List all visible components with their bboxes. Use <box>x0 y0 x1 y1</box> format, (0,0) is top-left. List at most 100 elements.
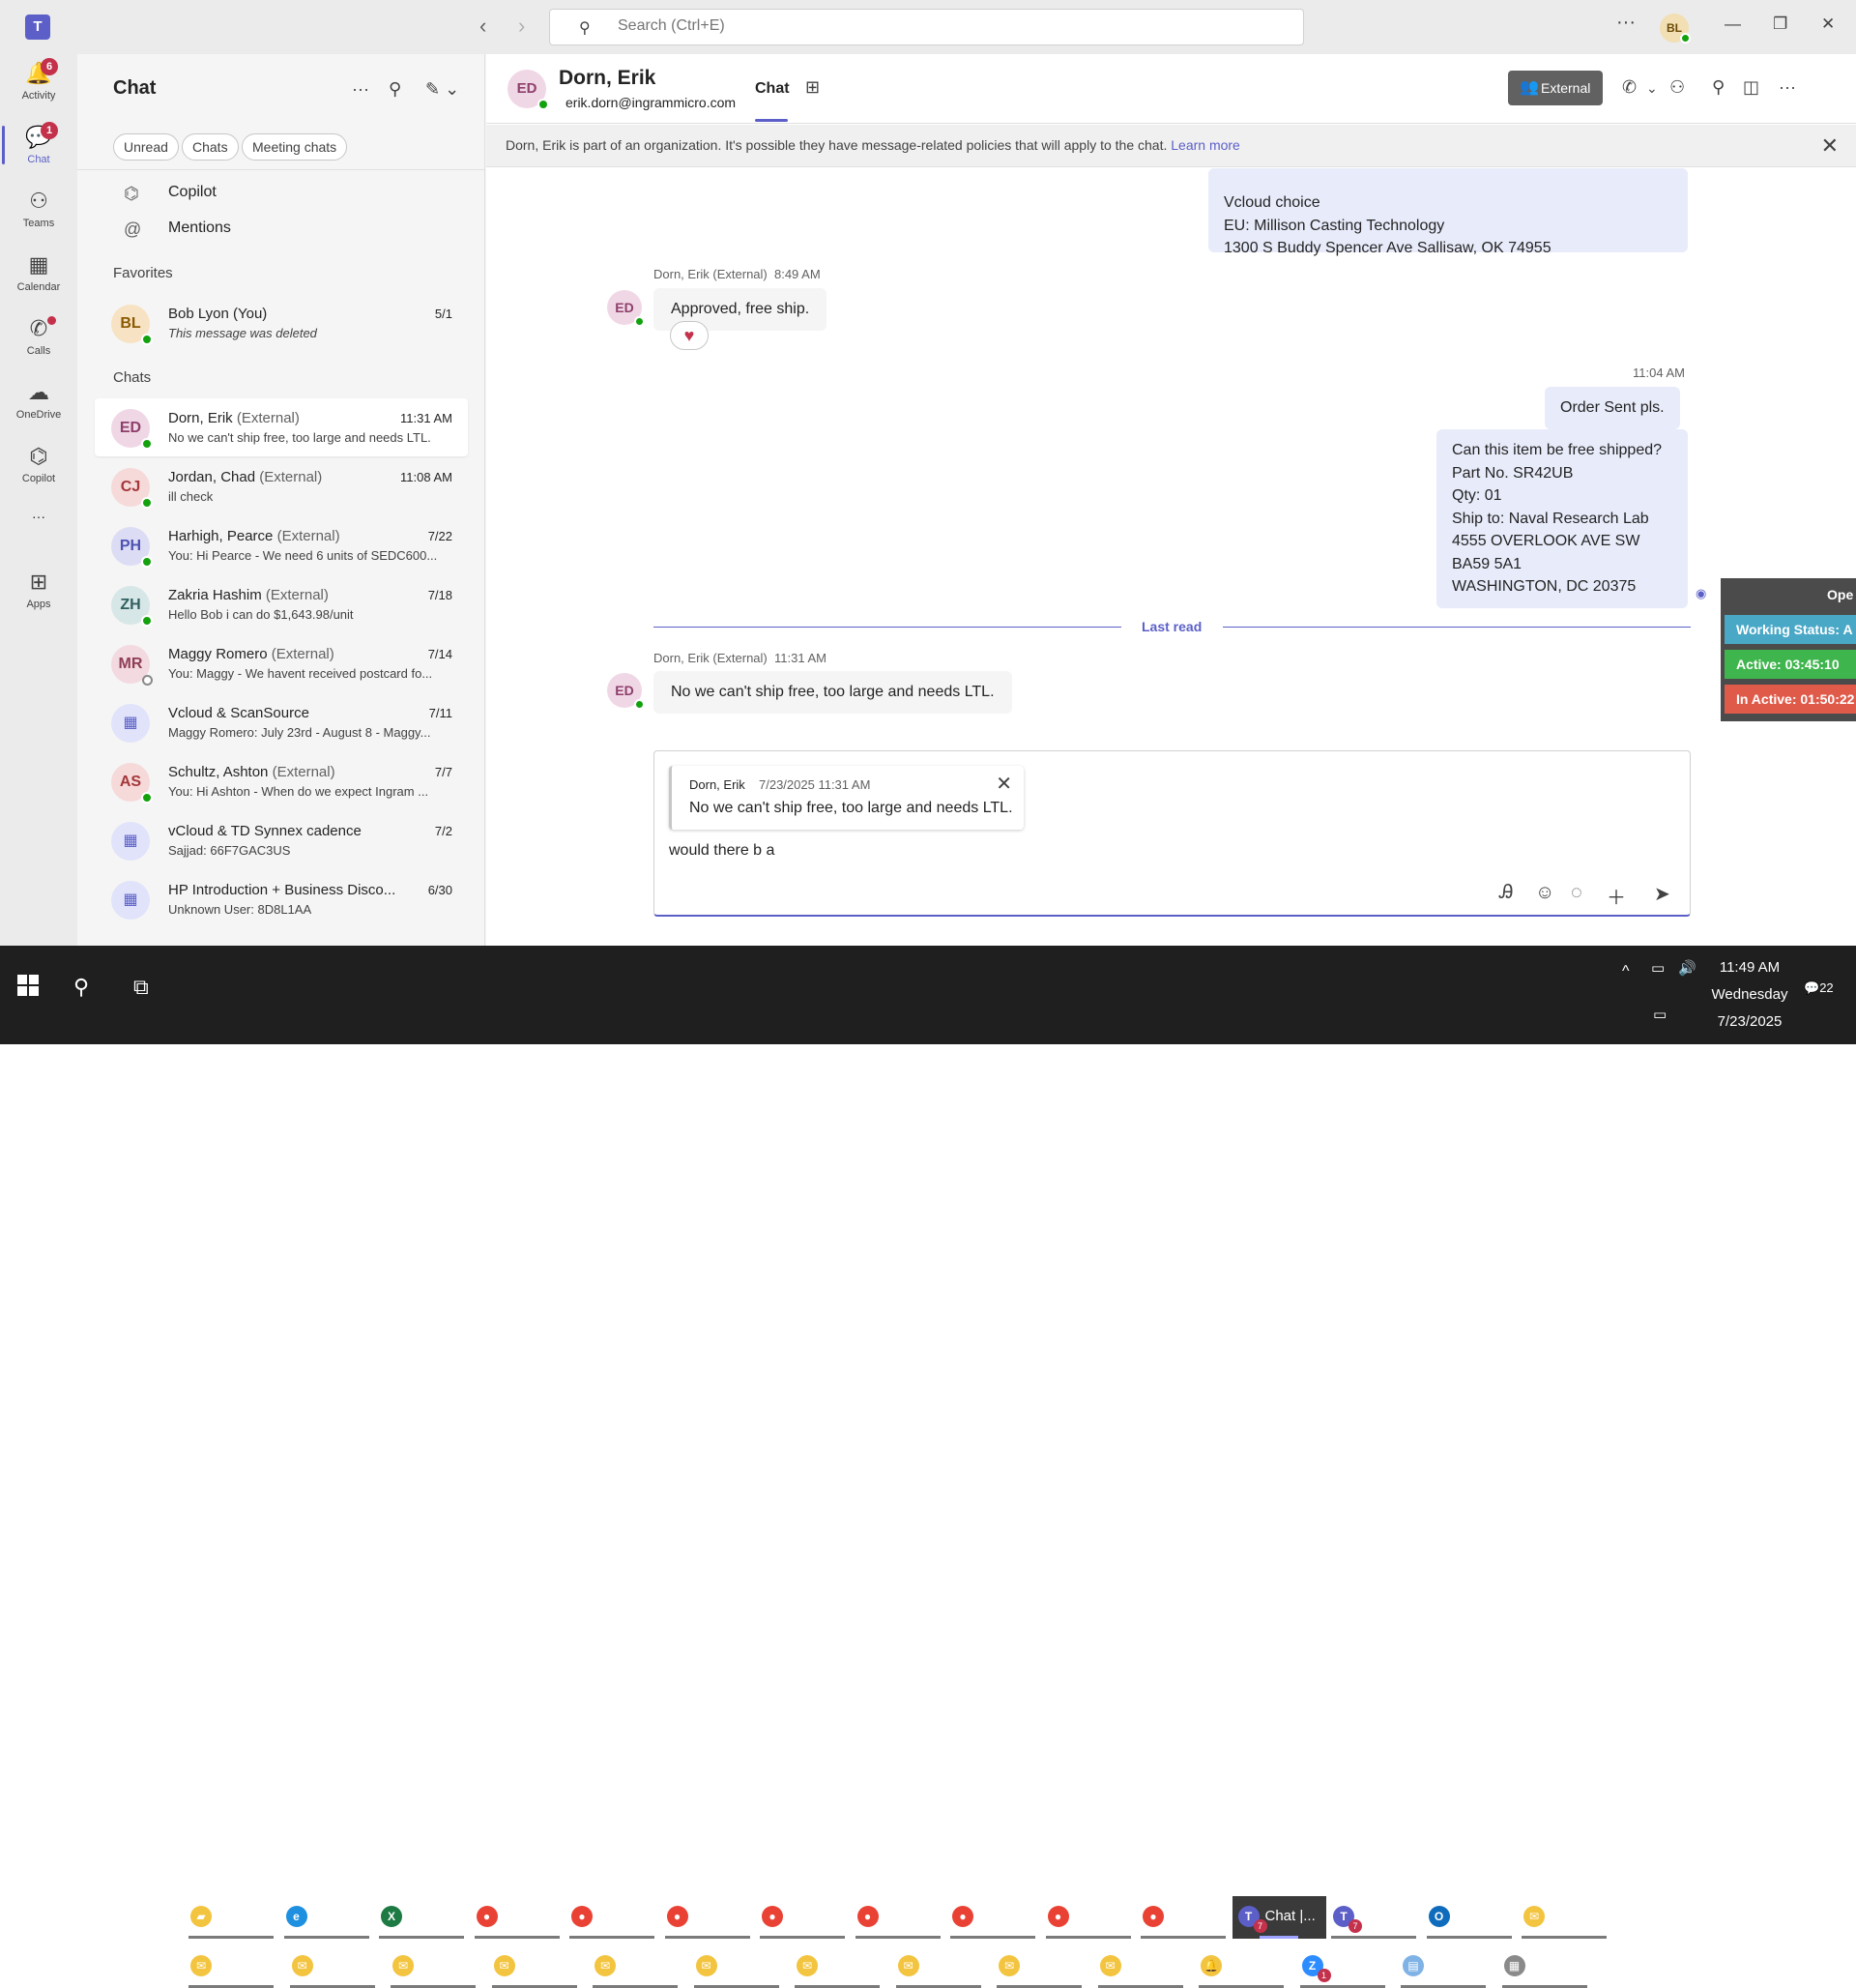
forward-arrow-icon[interactable]: › <box>518 14 525 39</box>
rail-copilot[interactable]: ⌬ Copilot <box>0 437 77 495</box>
taskbar-app-folder[interactable]: ▰ Down... <box>185 1896 278 1939</box>
taskbar-app-zoom[interactable]: Z 1 Zoom ... <box>1296 1945 1390 1988</box>
search-input[interactable] <box>618 17 1198 35</box>
message-bubble-outgoing[interactable]: Vcloud choice EU: Millison Casting Techn… <box>1208 168 1688 256</box>
taskbar-app-chrome[interactable]: ● SCHO... <box>1137 1896 1231 1939</box>
status-widget[interactable]: Ope Working Status: A Active: 03:45:10 I… <box>1721 578 1856 721</box>
volume-icon[interactable]: 🔊 <box>1678 959 1696 977</box>
side-panel-icon[interactable]: ◫ <box>1743 77 1759 98</box>
taskbar-app-mail[interactable]: ✉ RE: [EX... <box>185 1945 278 1988</box>
contact-avatar[interactable]: ED <box>508 70 549 110</box>
taskbar-app-mail[interactable]: ✉ FW: A... <box>1094 1945 1188 1988</box>
sender-avatar[interactable]: ED <box>607 290 645 327</box>
rail-activity[interactable]: 🔔 Activity 6 <box>0 54 77 112</box>
filter-meeting-chats[interactable]: Meeting chats <box>242 133 348 161</box>
battery-icon[interactable]: ▭ <box>1651 959 1665 977</box>
taskbar-app-calc[interactable]: ▦ Calcul... <box>1498 1945 1592 1988</box>
more-options-icon[interactable]: ··· <box>1779 77 1796 98</box>
back-arrow-icon[interactable]: ‹ <box>479 14 486 39</box>
search-icon[interactable]: ⚲ <box>389 79 401 100</box>
taskbar-app-chrome[interactable]: ● Dash... <box>471 1896 565 1939</box>
chat-list-item[interactable]: AS Schultz, Ashton (External) 7/7 You: Hi A… <box>95 752 468 810</box>
rail-calendar[interactable]: ▦ Calendar <box>0 246 77 304</box>
rail-calls[interactable]: ✆ Calls <box>0 309 77 367</box>
add-icon[interactable]: ＋ <box>1607 882 1626 910</box>
rail-chat[interactable]: 💬 Chat 1 <box>0 118 77 176</box>
taskbar-app-mail[interactable]: ✉ RE: [EX... <box>690 1945 784 1988</box>
notifications-icon[interactable]: 💬22 <box>1804 980 1834 996</box>
chat-list-item[interactable]: CJ Jordan, Chad (External) 11:08 AM ill che… <box>95 457 468 515</box>
taskbar-app-mail[interactable]: ✉ RE: Lat... <box>286 1945 380 1988</box>
task-view-icon[interactable]: ⧉ <box>133 975 149 1000</box>
filter-chats[interactable]: Chats <box>182 133 239 161</box>
chat-list-item[interactable]: ▦ Vcloud & ScanSource 7/11 Maggy Romero: Ju… <box>95 693 468 751</box>
contact-name[interactable]: Dorn, Erik <box>559 67 655 90</box>
taskbar-app-chrome[interactable]: ● New ... <box>566 1896 659 1939</box>
taskbar-app-chrome[interactable]: ● HP C... <box>946 1896 1040 1939</box>
chat-list-item[interactable]: ZH Zakria Hashim (External) 7/18 Hello Bob … <box>95 575 468 633</box>
message-bubble-outgoing[interactable]: Order Sent pls. <box>1545 387 1680 429</box>
sender-avatar[interactable]: ED <box>607 673 645 710</box>
add-tab-icon[interactable]: ⊞ <box>805 77 820 98</box>
filter-unread[interactable]: Unread <box>113 133 179 161</box>
rail-teams[interactable]: ⚇ Teams <box>0 182 77 240</box>
format-icon[interactable]: Ꭿ <box>1499 882 1513 904</box>
tab-chat[interactable]: Chat <box>755 80 790 98</box>
more-options-icon[interactable]: ··· <box>1616 12 1636 34</box>
maximize-icon[interactable]: ❐ <box>1773 15 1787 34</box>
compose-box[interactable]: Dorn, Erik 7/23/2025 11:31 AM No we can'… <box>653 750 1691 917</box>
message-bubble-incoming[interactable]: No we can't ship free, too large and nee… <box>653 671 1012 714</box>
search-icon[interactable]: ⚲ <box>1712 77 1725 98</box>
windows-start-icon[interactable] <box>17 975 39 996</box>
taskbar-app-bell[interactable]: 🔔 16 Re... <box>1195 1945 1289 1988</box>
taskbar-app-chrome[interactable]: ● Amaz... <box>852 1896 945 1939</box>
taskbar-app-mail[interactable]: ✉ RE: [EX... <box>892 1945 986 1988</box>
taskbar-app-excel[interactable]: X Wh O... <box>375 1896 469 1939</box>
emoji-icon[interactable]: ☺ <box>1535 882 1554 904</box>
minimize-icon[interactable]: — <box>1725 15 1741 34</box>
more-apps-icon[interactable]: ··· <box>0 509 77 567</box>
taskbar-app-mail[interactable]: ✉ FW: D... <box>791 1945 884 1988</box>
rail-onedrive[interactable]: ☁ OneDrive <box>0 373 77 431</box>
new-chat-icon[interactable]: ✎ ⌄ <box>425 79 459 100</box>
taskbar-app-mail[interactable]: ✉ RE: AS... <box>488 1945 582 1988</box>
learn-more-link[interactable]: Learn more <box>1171 137 1240 153</box>
message-bubble-outgoing[interactable]: Can this item be free shipped? Part No. … <box>1436 429 1688 608</box>
message-input[interactable]: would there b a <box>669 842 774 860</box>
search-bar[interactable]: ⚲ <box>549 9 1304 45</box>
nav-copilot[interactable]: ⌬ Copilot <box>124 184 217 203</box>
nav-mentions[interactable]: @ Mentions <box>124 219 231 239</box>
taskbar-app-edge[interactable]: e USPS... <box>280 1896 374 1939</box>
chevron-up-icon[interactable]: ^ <box>1622 963 1630 980</box>
chat-list-item[interactable]: MR Maggy Romero (External) 7/14 You: Maggy … <box>95 634 468 692</box>
add-people-icon[interactable]: ⚇ <box>1669 77 1685 98</box>
clock-time[interactable]: 11:49 AM <box>1711 959 1788 976</box>
taskbar-app-notepad[interactable]: ▤ *Untitl... <box>1397 1945 1491 1988</box>
user-avatar[interactable]: BL <box>1660 14 1691 44</box>
taskbar-app-mail[interactable]: ✉ RE: [EX... <box>993 1945 1087 1988</box>
taskbar-app-teams[interactable]: T 7 Custo... <box>1327 1896 1421 1939</box>
taskbar-app-chrome[interactable]: ● Sign i... <box>756 1896 850 1939</box>
display-icon[interactable]: ▭ <box>1653 1006 1667 1023</box>
close-window-icon[interactable]: ✕ <box>1821 15 1835 34</box>
external-button[interactable]: 👥 External <box>1508 71 1603 105</box>
more-options-icon[interactable]: ··· <box>352 79 369 100</box>
taskbar-app-mail[interactable]: ✉ Re: PR... <box>387 1945 480 1988</box>
taskbar-app-teams[interactable]: T 7 Chat |... <box>1232 1896 1326 1939</box>
chat-list-item[interactable]: PH Harhigh, Pearce (External) 7/22 You: Hi … <box>95 516 468 574</box>
chat-list-item[interactable]: BL Bob Lyon (You) 5/1 This message was dele… <box>95 294 468 352</box>
heart-reaction-icon[interactable]: ♥ <box>670 321 709 350</box>
taskbar-app-chrome[interactable]: ● Order... <box>1042 1896 1136 1939</box>
loop-icon[interactable]: ◌ <box>1571 882 1582 904</box>
taskbar-app-outlook[interactable]: O Inbox... <box>1423 1896 1517 1939</box>
taskbar-app-mail[interactable]: ✉ ScanS... <box>589 1945 682 1988</box>
search-icon[interactable]: ⚲ <box>73 975 89 1000</box>
chat-list-item[interactable]: ▦ HP Introduction + Business Disco... 6/30… <box>95 870 468 928</box>
rail-apps[interactable]: ⊞ Apps <box>0 563 77 621</box>
close-icon[interactable]: ✕ <box>1821 133 1839 159</box>
taskbar-app-chrome[interactable]: ● oms.v... <box>661 1896 755 1939</box>
send-icon[interactable]: ➤ <box>1654 882 1670 906</box>
chevron-down-icon[interactable]: ⌄ <box>1646 80 1658 97</box>
taskbar-app-mail[interactable]: ✉ FW: E... <box>1518 1896 1611 1939</box>
call-icon[interactable]: ✆ <box>1622 77 1637 98</box>
